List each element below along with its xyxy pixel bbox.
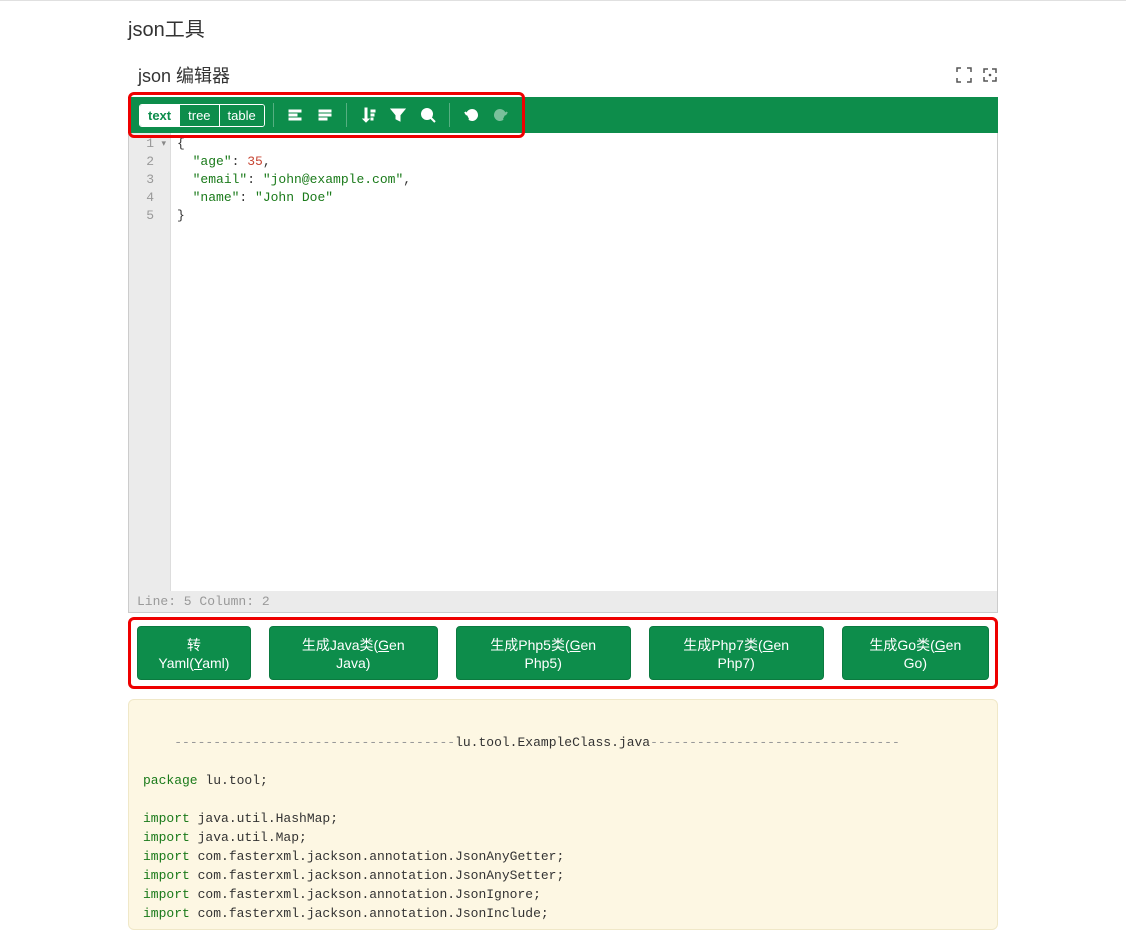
compact-icon[interactable] xyxy=(312,102,338,128)
expand-icon[interactable] xyxy=(956,67,972,83)
code-editor[interactable]: 1 2 3 4 5 { "age": 35, "email": "john@ex… xyxy=(128,133,998,613)
copy-icon[interactable] xyxy=(967,710,985,728)
gutter: 1 2 3 4 5 xyxy=(129,133,171,591)
gen-go-button[interactable]: 生成Go类(Gen Go) xyxy=(842,626,989,680)
editor-toolbar: text tree table xyxy=(133,97,520,133)
page-title: json工具 xyxy=(128,13,998,42)
to-yaml-button[interactable]: 转Yaml(Yaml) xyxy=(137,626,251,680)
fullscreen-icon[interactable] xyxy=(982,67,998,83)
gen-php7-button[interactable]: 生成Php7类(Gen Php7) xyxy=(649,626,824,680)
filter-icon[interactable] xyxy=(385,102,411,128)
mode-text-button[interactable]: text xyxy=(140,105,180,126)
mode-tree-button[interactable]: tree xyxy=(180,105,219,126)
redo-icon xyxy=(488,102,514,128)
sort-icon[interactable] xyxy=(355,102,381,128)
format-icon[interactable] xyxy=(282,102,308,128)
output-code: ------------------------------------lu.t… xyxy=(128,699,998,930)
status-bar: Line: 5 Column: 2 xyxy=(129,591,997,612)
search-icon[interactable] xyxy=(415,102,441,128)
code-content[interactable]: { "age": 35, "email": "john@example.com"… xyxy=(171,133,997,591)
undo-icon[interactable] xyxy=(458,102,484,128)
gen-php5-button[interactable]: 生成Php5类(Gen Php5) xyxy=(456,626,631,680)
gen-java-button[interactable]: 生成Java类(Gen Java) xyxy=(269,626,438,680)
editor-label: json 编辑器 xyxy=(128,62,230,88)
mode-table-button[interactable]: table xyxy=(220,105,264,126)
